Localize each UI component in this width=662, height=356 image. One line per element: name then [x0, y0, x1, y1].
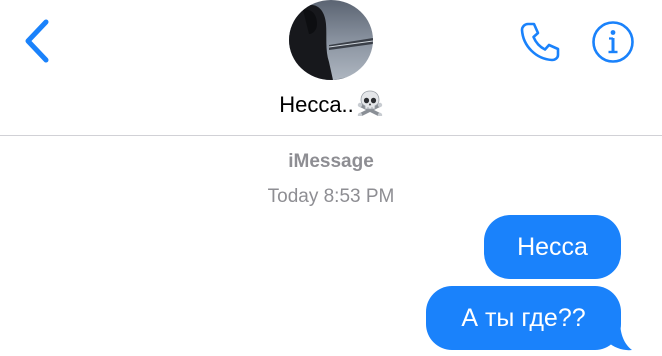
call-button[interactable] [518, 20, 562, 64]
back-button[interactable] [18, 18, 58, 64]
imessage-conversation-screen: Несса.. iMessage Today 8:53 PM Несса А т… [0, 0, 662, 356]
contact-avatar[interactable] [289, 0, 373, 80]
skull-crossbones-icon [357, 90, 383, 122]
info-button[interactable] [591, 20, 635, 64]
service-label: iMessage [288, 151, 374, 172]
chevron-left-icon [25, 19, 49, 63]
info-icon [592, 21, 634, 63]
conversation-header: Несса.. [0, 0, 662, 136]
bubble-tail [604, 320, 632, 351]
message-timestamp: Today 8:53 PM [267, 186, 395, 207]
outgoing-message-bubble[interactable]: Несса [484, 215, 621, 279]
outgoing-message-bubble[interactable]: А ты где?? [426, 286, 621, 350]
phone-icon [520, 22, 560, 62]
contact-name[interactable]: Несса.. [0, 90, 662, 122]
header-divider [0, 135, 662, 136]
contact-name-text: Несса.. [279, 92, 354, 117]
